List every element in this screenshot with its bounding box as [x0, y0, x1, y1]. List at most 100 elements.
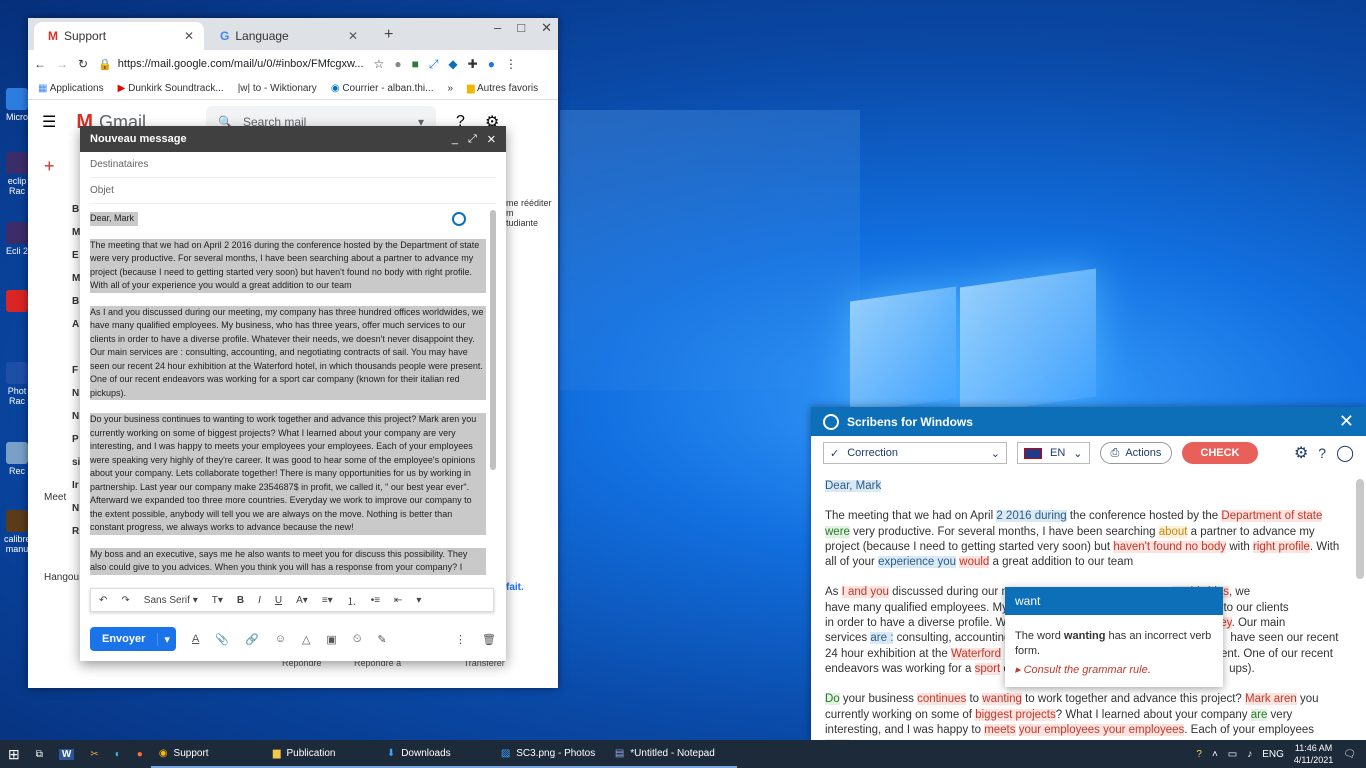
- suggestion-button[interactable]: want: [1005, 587, 1223, 615]
- taskbar-app-downloads[interactable]: ⬇ Downloads: [378, 740, 493, 768]
- close-tab-icon[interactable]: ✕: [348, 29, 358, 43]
- sidebar-item[interactable]: B: [72, 204, 79, 215]
- input-language[interactable]: ENG: [1262, 749, 1284, 760]
- account-icon[interactable]: ◯: [1336, 443, 1354, 463]
- star-icon[interactable]: ☆: [374, 57, 385, 71]
- close-icon[interactable]: ✕: [487, 133, 496, 146]
- taskbar-app-support[interactable]: ◉ Support: [150, 740, 265, 768]
- highlight-error[interactable]: Mark aren: [1245, 693, 1297, 706]
- highlight-grammar[interactable]: were: [825, 525, 850, 538]
- highlight-error[interactable]: sport: [974, 662, 1001, 675]
- sidebar-item[interactable]: B: [72, 296, 79, 307]
- signature-icon[interactable]: ✎: [377, 633, 386, 646]
- taskbar-tool[interactable]: ✂: [82, 740, 106, 768]
- align-icon[interactable]: ≡▾: [322, 595, 333, 606]
- send-button[interactable]: Envoyer ▾: [90, 627, 176, 651]
- subject-field[interactable]: Objet: [90, 178, 496, 204]
- bookmark-other[interactable]: ▆ Autres favoris: [467, 83, 538, 94]
- more-options-icon[interactable]: ⋮: [455, 633, 466, 646]
- sidebar-item[interactable]: P: [72, 434, 79, 445]
- sidebar-item[interactable]: E: [72, 250, 79, 261]
- italic-icon[interactable]: I: [258, 595, 261, 606]
- minimize-button[interactable]: –: [494, 20, 501, 36]
- highlight-warning[interactable]: about: [1158, 525, 1188, 538]
- highlight-error[interactable]: Department of state: [1221, 510, 1323, 523]
- highlight-style[interactable]: Dear, Mark: [825, 480, 882, 492]
- undo-icon[interactable]: ↶: [99, 595, 107, 606]
- trash-icon[interactable]: 🗑: [482, 633, 496, 646]
- bookmarks-more[interactable]: »: [447, 83, 453, 94]
- taskbar-app-notepad[interactable]: ▤ *Untitled - Notepad: [606, 740, 737, 768]
- taskbar-word[interactable]: W: [51, 740, 82, 768]
- actions-button[interactable]: ⎙ Actions: [1099, 442, 1173, 464]
- highlight-error[interactable]: continues: [917, 693, 967, 706]
- sidebar-item[interactable]: F: [72, 365, 78, 376]
- text-size-icon[interactable]: T▾: [212, 595, 223, 606]
- highlight-style[interactable]: experience you: [878, 556, 957, 569]
- compose-title-bar[interactable]: Nouveau message _ ⤢ ✕: [80, 126, 506, 152]
- notification-icon[interactable]: 🗨: [1343, 749, 1356, 760]
- bookmark-dunkirk[interactable]: ▶ Dunkirk Soundtrack...: [118, 83, 224, 94]
- url-field[interactable]: 🔒 https://mail.google.com/mail/u/0/#inbo…: [98, 53, 363, 75]
- menu-icon[interactable]: ⋮: [505, 57, 517, 71]
- scrollbar[interactable]: [1356, 479, 1364, 579]
- sidebar-item[interactable]: R: [72, 526, 79, 537]
- desktop-icon[interactable]: Rec: [4, 442, 30, 476]
- compose-plus-icon[interactable]: +: [44, 156, 55, 177]
- highlight-style[interactable]: are :: [870, 632, 894, 645]
- taskbar-edge[interactable]: ◐: [107, 740, 129, 768]
- font-select[interactable]: Sans Serif ▾: [144, 595, 198, 606]
- highlight-grammar[interactable]: Do: [825, 693, 840, 706]
- desktop-icon[interactable]: Phot Rac: [4, 362, 30, 406]
- help-icon[interactable]: ?: [1318, 445, 1326, 461]
- desktop-icon[interactable]: eclip Rac: [4, 152, 30, 196]
- confidential-icon[interactable]: ⏲: [353, 633, 362, 646]
- minimize-icon[interactable]: _: [452, 133, 458, 146]
- bulleted-list-icon[interactable]: •≡: [371, 595, 380, 606]
- desktop-icon[interactable]: [4, 290, 30, 314]
- mode-select[interactable]: ✓ Correction ⌄: [823, 442, 1007, 464]
- scrollbar[interactable]: [490, 210, 496, 470]
- background-link[interactable]: fait.: [506, 582, 524, 593]
- text-color-icon[interactable]: A▾: [296, 595, 308, 606]
- expand-icon[interactable]: ⤢: [468, 133, 477, 146]
- highlight-error-selected[interactable]: wanting: [982, 693, 1022, 706]
- highlight-error[interactable]: would: [959, 556, 990, 569]
- sidebar-item[interactable]: Ir: [72, 480, 79, 491]
- sidebar-item[interactable]: N: [72, 388, 79, 399]
- highlight-error[interactable]: haven't found no body: [1113, 540, 1227, 553]
- formatting-options-icon[interactable]: A: [192, 633, 199, 645]
- more-formatting-icon[interactable]: ▾: [416, 595, 421, 606]
- maximize-button[interactable]: □: [517, 20, 525, 36]
- puzzle-icon[interactable]: ✚: [468, 57, 478, 71]
- volume-icon[interactable]: ♪: [1247, 749, 1252, 760]
- emoji-icon[interactable]: ☺: [275, 633, 286, 645]
- desktop-icon[interactable]: Micro: [4, 88, 30, 122]
- gear-icon[interactable]: ⚙: [1294, 443, 1308, 463]
- reload-icon[interactable]: ↻: [78, 57, 88, 71]
- close-icon[interactable]: ✕: [1339, 411, 1354, 432]
- scribens-title-bar[interactable]: Scribens for Windows ✕: [811, 407, 1366, 436]
- underline-icon[interactable]: U: [275, 595, 282, 606]
- close-window-button[interactable]: ✕: [541, 20, 552, 36]
- schedule-send-icon[interactable]: ▾: [157, 632, 176, 646]
- hamburger-icon[interactable]: ☰: [42, 112, 56, 132]
- highlight-error[interactable]: right profile: [1252, 540, 1310, 553]
- redo-icon[interactable]: ↷: [121, 595, 129, 606]
- taskbar-app-photos[interactable]: ▨ SC3.png - Photos: [492, 740, 607, 768]
- indent-icon[interactable]: ⇤: [394, 595, 402, 606]
- extension-icon[interactable]: ●: [394, 57, 401, 71]
- desktop-icon[interactable]: calibre manu: [4, 510, 31, 554]
- highlight-error[interactable]: your employees your employees: [1018, 723, 1185, 736]
- extension-icon[interactable]: ◆: [448, 57, 457, 71]
- link-icon[interactable]: 🔗: [245, 633, 259, 646]
- message-body[interactable]: Dear, Mark The meeting that we had on Ap…: [80, 206, 496, 584]
- close-tab-icon[interactable]: ✕: [184, 29, 194, 43]
- highlight-error[interactable]: biggest projects: [975, 708, 1056, 721]
- back-icon[interactable]: ←: [34, 57, 46, 71]
- highlight-grammar[interactable]: are: [1250, 708, 1268, 721]
- help-icon[interactable]: ?: [1196, 749, 1202, 760]
- new-tab-button[interactable]: +: [384, 26, 393, 44]
- extension-icon[interactable]: ■: [412, 57, 419, 71]
- grammar-rule-link[interactable]: ▸ Consult the grammar rule.: [1005, 663, 1223, 676]
